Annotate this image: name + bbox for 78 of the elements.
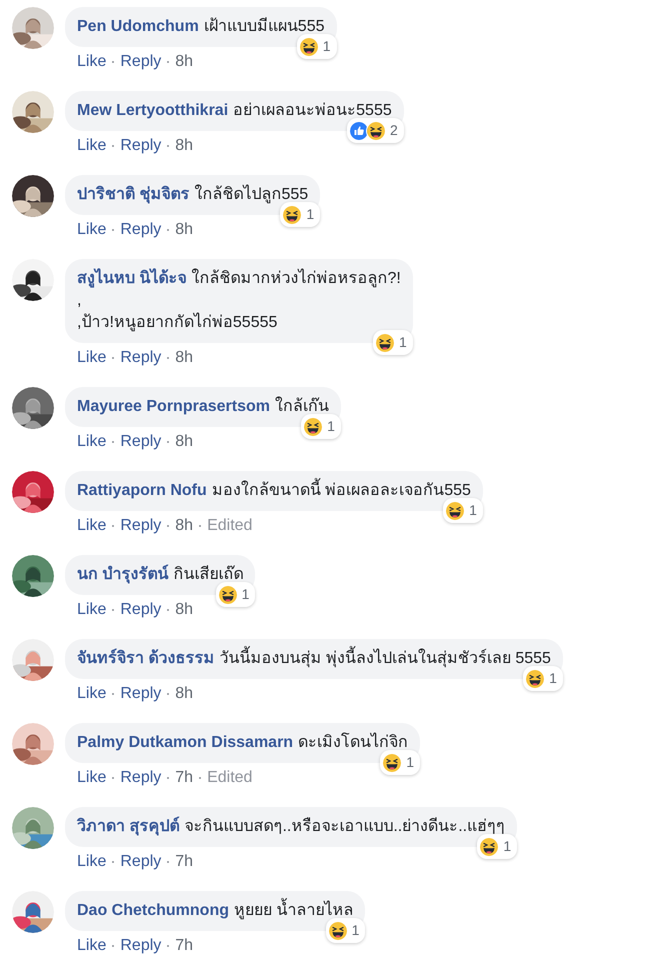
reaction-count: 1 — [242, 585, 250, 604]
reaction-count: 1 — [406, 753, 414, 772]
author-link[interactable]: สงูไนหบ นิได้ะจ — [77, 269, 186, 289]
reply-link[interactable]: Reply — [120, 937, 162, 955]
timestamp-link[interactable]: 8h — [175, 137, 194, 155]
author-link[interactable]: Palmy Dutkamon Dissamarn — [77, 733, 294, 753]
comment-text: อย่าเผลอนะพ่อนะ5555 — [233, 101, 392, 121]
reply-link[interactable]: Reply — [120, 769, 162, 787]
like-link[interactable]: Like — [77, 937, 106, 955]
reply-link[interactable]: Reply — [120, 221, 162, 239]
author-link[interactable]: Pen Udomchum — [77, 17, 199, 37]
timestamp-link[interactable]: 8h — [175, 53, 194, 71]
like-link[interactable]: Like — [77, 221, 106, 239]
comment-text: กินเสียเถ๊ด — [173, 565, 244, 585]
reaction-badge[interactable]: 1 — [296, 34, 336, 59]
timestamp-link[interactable]: 8h — [175, 601, 194, 619]
like-link[interactable]: Like — [77, 137, 106, 155]
author-link[interactable]: Rattiyaporn Nofu — [77, 481, 207, 501]
like-link[interactable]: Like — [77, 53, 106, 71]
reaction-badge[interactable]: 2 — [346, 118, 404, 143]
reply-link[interactable]: Reply — [120, 853, 162, 871]
comment-text: ใกล้ชิดไปลูก555 — [194, 185, 308, 205]
reaction-badge[interactable]: 1 — [477, 834, 518, 859]
edited-label: Edited — [207, 769, 252, 787]
reply-link[interactable]: Reply — [120, 433, 162, 451]
reaction-badge[interactable]: 1 — [443, 498, 483, 523]
reaction-count: 1 — [327, 417, 335, 436]
author-link[interactable]: Mew Lertyootthikrai — [77, 101, 228, 121]
reaction-badge[interactable]: 1 — [380, 750, 420, 775]
author-link[interactable]: วิภาดา สุรคุปต์ — [77, 817, 180, 837]
timestamp-link[interactable]: 8h — [175, 349, 194, 367]
like-link[interactable]: Like — [77, 685, 106, 703]
reaction-badge[interactable]: 1 — [301, 414, 341, 439]
timestamp-link[interactable]: 7h — [175, 853, 194, 871]
like-link[interactable]: Like — [77, 601, 106, 619]
reply-link[interactable]: Reply — [120, 137, 162, 155]
reaction-count: 2 — [390, 121, 398, 140]
edited-label: Edited — [207, 517, 252, 535]
timestamp-link[interactable]: 7h — [175, 937, 194, 955]
comment-text: ใกล้เก๊น — [274, 397, 329, 417]
timestamp-link[interactable]: 8h — [175, 433, 194, 451]
reaction-badge[interactable]: 1 — [326, 918, 366, 943]
reaction-badge[interactable]: 1 — [373, 330, 413, 355]
author-link[interactable]: นก บำรุงรัตน์ — [77, 565, 168, 585]
like-link[interactable]: Like — [77, 349, 106, 367]
like-link[interactable]: Like — [77, 517, 106, 535]
author-link[interactable]: Mayuree Pornprasertsom — [77, 397, 270, 417]
like-link[interactable]: Like — [77, 433, 106, 451]
like-link[interactable]: Like — [77, 769, 106, 787]
timestamp-link[interactable]: 7h — [175, 769, 194, 787]
reply-link[interactable]: Reply — [120, 53, 162, 71]
reaction-count: 1 — [469, 501, 477, 520]
comment-text: , — [77, 291, 82, 311]
like-link[interactable]: Like — [77, 853, 106, 871]
comment-text: ดะเมิงโดนไก่จิก — [298, 733, 408, 753]
reaction-badge[interactable]: 1 — [280, 202, 320, 227]
reaction-count: 1 — [399, 333, 407, 352]
reaction-count: 1 — [352, 921, 360, 940]
reaction-count: 1 — [549, 669, 557, 688]
reply-link[interactable]: Reply — [120, 685, 162, 703]
reaction-badge[interactable]: 1 — [216, 582, 256, 607]
timestamp-link[interactable]: 8h — [175, 685, 194, 703]
reaction-badge[interactable]: 1 — [523, 666, 563, 691]
comment-text: ,ป้าว!หนูอยากกัดไก่พ่อ55555 — [77, 313, 278, 333]
timestamp-link[interactable]: 8h — [175, 517, 194, 535]
reaction-count: 1 — [322, 37, 330, 56]
comment-text: เฝ้าแบบมีแผน555 — [204, 17, 324, 37]
comment-text: ใกล้ชิดมากห่วงไก่พ่อหรอลูก?! — [191, 269, 401, 289]
reply-link[interactable]: Reply — [120, 349, 162, 367]
author-link[interactable]: Dao Chetchumnong — [77, 901, 229, 921]
reaction-count: 1 — [503, 837, 512, 856]
reaction-count: 1 — [306, 205, 314, 224]
timestamp-link[interactable]: 8h — [175, 221, 194, 239]
reply-link[interactable]: Reply — [120, 517, 162, 535]
author-link[interactable]: ปาริชาติ ชุ่มจิตร — [77, 185, 190, 205]
author-link[interactable]: จันทร์จิรา ด้วงธรรม — [77, 649, 214, 669]
reply-link[interactable]: Reply — [120, 601, 162, 619]
comment-text: จะกินแบบสดๆ..หรือจะเอาแบบ..ย่างดีนะ..แฮ่ๆๆ — [184, 817, 506, 837]
